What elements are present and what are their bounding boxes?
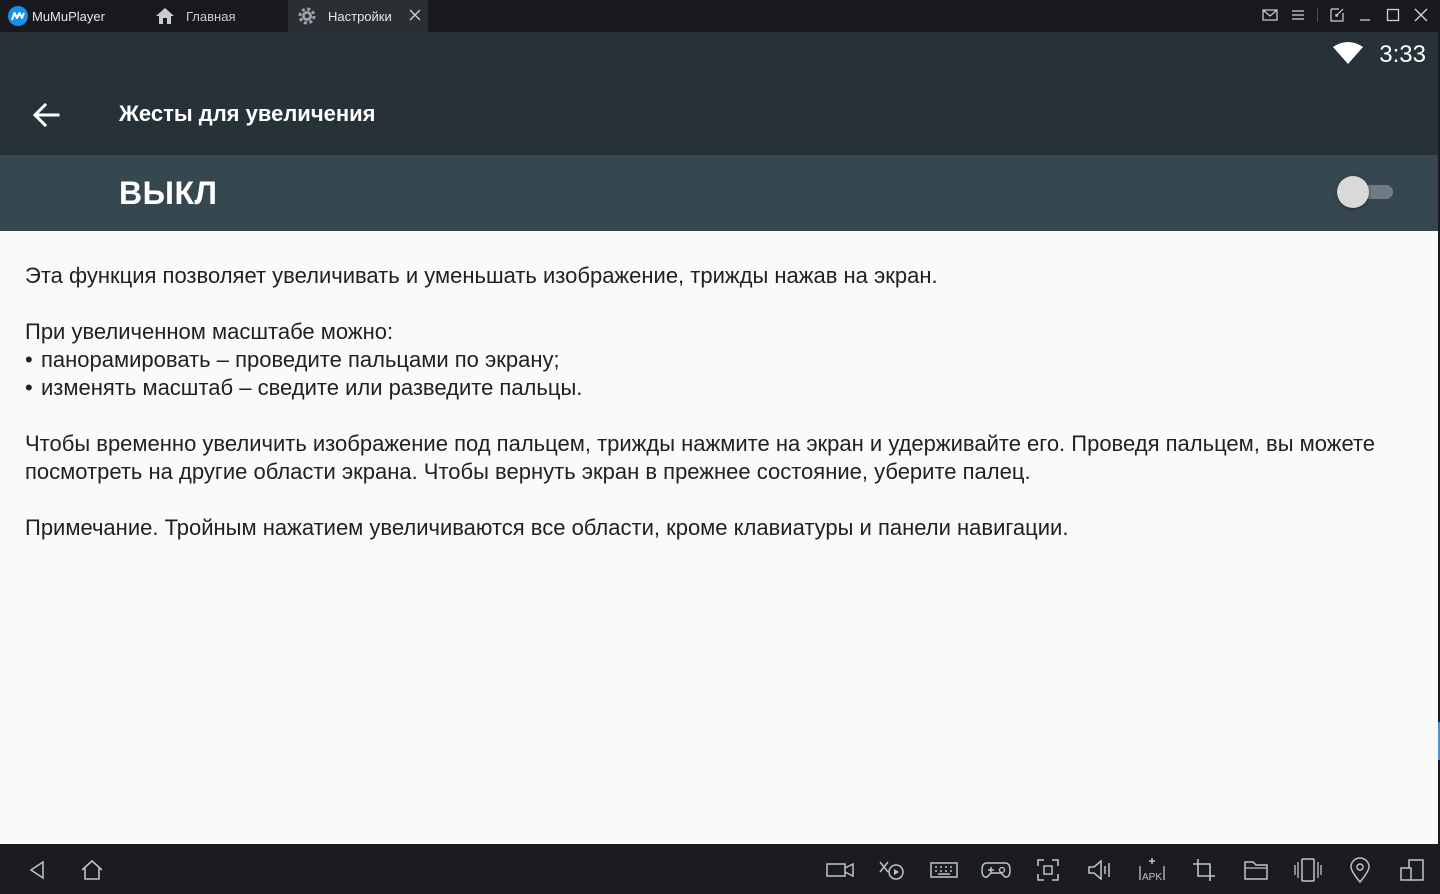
bullet-text: панорамировать – проведите пальцами по э… <box>41 347 560 372</box>
operation-record-button[interactable] <box>877 856 907 884</box>
arrow-back-icon <box>32 103 60 127</box>
maximize-icon[interactable] <box>1384 6 1402 24</box>
operation-recorder-icon <box>879 861 904 880</box>
install-apk-button[interactable]: APK <box>1137 856 1167 884</box>
note-text: Примечание. Тройным нажатием увеличивают… <box>25 515 1069 540</box>
minimize-icon[interactable] <box>1356 6 1374 24</box>
shake-button[interactable] <box>1293 856 1323 884</box>
tab-home[interactable]: Главная <box>146 0 286 32</box>
shake-phone-icon <box>1294 858 1322 882</box>
app-logo-text: MuMuPlayer <box>32 8 105 24</box>
gamepad-button[interactable] <box>981 856 1011 884</box>
menu-icon[interactable] <box>1289 6 1307 24</box>
keyboard-mapping-button[interactable] <box>929 856 959 884</box>
shared-folder-button[interactable] <box>1241 856 1271 884</box>
tab-home-label: Главная <box>186 8 236 24</box>
home-outline-icon <box>81 859 103 880</box>
controls-divider <box>1317 8 1318 22</box>
master-switch-bar[interactable]: ВЫКЛ <box>0 155 1438 231</box>
gear-icon <box>296 5 318 27</box>
magnification-toggle[interactable] <box>1337 174 1393 210</box>
volume-icon <box>1088 859 1110 881</box>
tab-close-icon[interactable] <box>408 8 422 22</box>
nav-back-button[interactable] <box>24 857 50 883</box>
bullet-dot: • <box>25 375 33 400</box>
page-title: Жесты для увеличения <box>119 101 376 126</box>
android-status-bar: 3:33 <box>0 32 1438 75</box>
close-icon[interactable] <box>1412 6 1430 24</box>
record-screen-button[interactable] <box>825 856 855 884</box>
keyboard-icon <box>930 862 958 878</box>
bullet-item: • изменять масштаб – сведите или разведи… <box>25 374 1415 402</box>
triangle-back-icon <box>29 860 44 880</box>
toggle-thumb <box>1337 176 1369 208</box>
volume-button[interactable] <box>1085 856 1115 884</box>
location-pin-icon <box>1350 857 1370 883</box>
nav-home-button[interactable] <box>79 857 105 883</box>
mail-icon[interactable] <box>1261 6 1279 24</box>
tab-settings[interactable]: Настройки <box>288 0 428 32</box>
apk-icon: APK <box>1139 858 1165 883</box>
home-icon <box>154 5 176 27</box>
screenshot-icon <box>1037 859 1059 881</box>
location-button[interactable] <box>1345 856 1375 884</box>
bullet-item: • панорамировать – проведите пальцами по… <box>25 346 1415 374</box>
bullet-dot: • <box>25 347 33 372</box>
back-button[interactable] <box>26 95 66 135</box>
intro-text: Эта функция позволяет увеличивать и умен… <box>25 263 938 288</box>
folder-icon <box>1244 861 1268 880</box>
video-camera-icon <box>826 862 854 878</box>
multi-window-icon <box>1400 859 1424 881</box>
screenshot-button[interactable] <box>1033 856 1063 884</box>
bottom-toolbar: APK <box>0 844 1440 894</box>
hold-text: Чтобы временно увеличить изображение под… <box>25 431 1376 484</box>
description-content: Эта функция позволяет увеличивать и умен… <box>25 262 1415 570</box>
window-controls <box>1261 6 1430 24</box>
app-logo: MuMuPlayer <box>8 6 105 26</box>
mini-mode-icon[interactable] <box>1328 6 1346 24</box>
action-bar: Жесты для увеличения <box>0 75 1438 155</box>
tab-settings-label: Настройки <box>328 8 392 24</box>
crop-icon <box>1193 859 1215 881</box>
crop-button[interactable] <box>1189 856 1219 884</box>
bullet-text: изменять масштаб – сведите или разведите… <box>41 375 583 400</box>
zoom-heading: При увеличенном масштабе можно: <box>25 319 394 344</box>
status-clock: 3:33 <box>1379 41 1426 68</box>
multi-window-button[interactable] <box>1397 856 1427 884</box>
zoom-section: При увеличенном масштабе можно: • панора… <box>25 318 1415 402</box>
wifi-icon <box>1333 42 1363 64</box>
switch-label: ВЫКЛ <box>119 175 218 211</box>
window-titlebar: MuMuPlayer Главная Настройки <box>0 0 1440 32</box>
svg-text:APK: APK <box>1142 872 1162 883</box>
gamepad-icon <box>981 862 1011 878</box>
mumu-logo-icon <box>8 6 28 26</box>
